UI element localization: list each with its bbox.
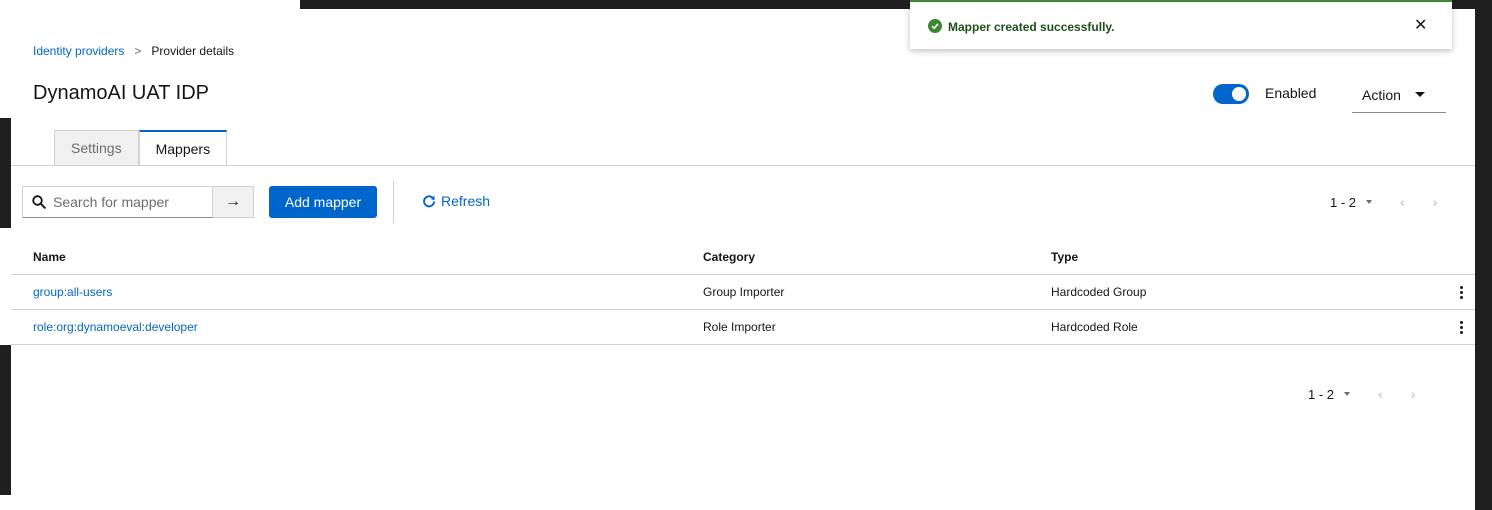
mapper-type: Hardcoded Role — [1051, 320, 1138, 334]
next-page-button[interactable]: › — [1411, 386, 1416, 402]
add-mapper-button[interactable]: Add mapper — [269, 186, 377, 218]
pagination-bottom: 1 - 2 ‹ › — [1308, 386, 1415, 402]
breadcrumb-current: Provider details — [151, 44, 235, 58]
check-circle-icon — [928, 19, 942, 33]
search-group: → — [22, 186, 254, 218]
search-box — [22, 186, 213, 218]
window-top-strip-cut — [0, 0, 300, 9]
search-input[interactable] — [53, 194, 203, 210]
tabs-divider — [11, 165, 1475, 166]
column-header-type[interactable]: Type — [1051, 240, 1078, 274]
mapper-name-link[interactable]: group:all-users — [33, 285, 112, 299]
enabled-switch[interactable] — [1213, 84, 1249, 104]
switch-knob — [1232, 87, 1246, 101]
arrow-right-icon: → — [225, 193, 241, 210]
refresh-label: Refresh — [441, 193, 491, 209]
cropped-glyph — [300, 0, 308, 9]
breadcrumb: Identity providers > Provider details — [33, 44, 234, 58]
tabs: Settings Mappers — [54, 130, 228, 166]
enabled-label: Enabled — [1265, 85, 1317, 101]
pagination-range[interactable]: 1 - 2 — [1308, 387, 1334, 402]
prev-page-button[interactable]: ‹ — [1400, 194, 1405, 210]
toolbar-divider — [393, 181, 394, 223]
success-toast: Mapper created successfully. ✕ — [910, 0, 1452, 49]
next-page-button[interactable]: › — [1433, 194, 1438, 210]
close-icon[interactable]: ✕ — [1414, 15, 1427, 35]
caret-down-icon[interactable] — [1344, 392, 1351, 396]
kebab-icon — [1459, 285, 1463, 299]
window-left-edge-dark — [0, 118, 11, 228]
refresh-icon — [423, 195, 435, 208]
kebab-icon — [1459, 320, 1463, 334]
search-icon — [32, 195, 46, 209]
row-actions-button[interactable] — [1451, 310, 1471, 344]
page-title: DynamoAI UAT IDP — [33, 82, 209, 104]
table-row: group:all-users Group Importer Hardcoded… — [11, 275, 1475, 309]
table-header: Name Category Type — [11, 240, 1475, 274]
breadcrumb-separator: > — [134, 44, 142, 58]
pagination-top: 1 - 2 ‹ › — [1330, 194, 1437, 210]
pagination-range[interactable]: 1 - 2 — [1330, 195, 1356, 210]
table-divider — [11, 344, 1475, 345]
action-dropdown[interactable]: Action — [1352, 77, 1446, 113]
caret-down-icon — [1414, 92, 1425, 97]
toast-message: Mapper created successfully. — [948, 20, 1115, 34]
prev-page-button[interactable]: ‹ — [1378, 386, 1383, 402]
mapper-type: Hardcoded Group — [1051, 285, 1147, 299]
window-right-edge — [1475, 9, 1492, 510]
tab-settings[interactable]: Settings — [54, 130, 139, 166]
row-actions-button[interactable] — [1451, 275, 1471, 309]
action-label: Action — [1362, 86, 1401, 103]
search-submit-button[interactable]: → — [213, 186, 254, 218]
mapper-category: Role Importer — [703, 320, 776, 334]
caret-down-icon[interactable] — [1366, 200, 1373, 204]
mapper-category: Group Importer — [703, 285, 785, 299]
column-header-category[interactable]: Category — [703, 240, 755, 274]
main-content: Identity providers > Provider details Dy… — [11, 9, 1475, 491]
column-header-name[interactable]: Name — [33, 240, 66, 274]
refresh-button[interactable]: Refresh — [422, 193, 490, 209]
breadcrumb-identity-providers[interactable]: Identity providers — [33, 44, 124, 58]
window-left-edge-dark-lower — [0, 345, 11, 495]
mapper-name-link[interactable]: role:org:dynamoeval:developer — [33, 320, 198, 334]
table-row: role:org:dynamoeval:developer Role Impor… — [11, 310, 1475, 344]
tab-mappers[interactable]: Mappers — [138, 130, 228, 166]
